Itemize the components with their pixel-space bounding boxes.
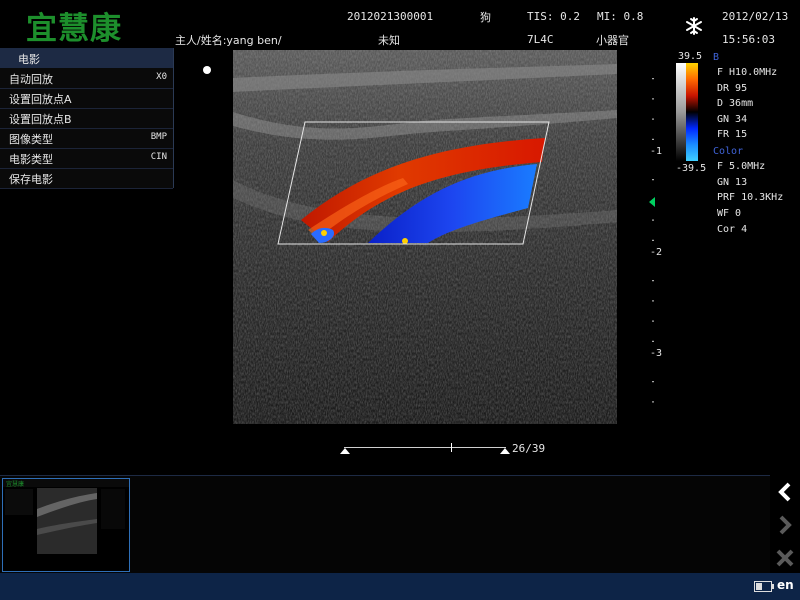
cine-menu: 电影 自动回放 X0 设置回放点A 设置回放点B 图像类型 BMP 电影类型 C…: [0, 48, 174, 189]
depth-scale: [650, 50, 662, 423]
menu-item-value: CIN: [150, 152, 167, 162]
header-bar: 宜慧康 2012021300001 狗 TIS: 0.2 MI: 0.8 201…: [0, 0, 800, 48]
gender-unknown: 未知: [378, 34, 400, 47]
b-param-gain: GN 34: [717, 114, 748, 125]
thumbnail-logo: 宜慧康: [6, 481, 25, 488]
color-scale-min: -39.5: [676, 163, 707, 174]
depth-label-2: -2: [650, 247, 663, 258]
brand-logo: 宜慧康: [26, 11, 122, 47]
chevron-left-icon: [778, 482, 791, 502]
depth-tick: [652, 98, 654, 100]
cine-slider-thumb[interactable]: [450, 443, 452, 452]
color-param-cor: Cor 4: [717, 224, 748, 235]
color-scale-max: 39.5: [678, 51, 703, 62]
menu-item-image-type[interactable]: 图像类型 BMP: [0, 129, 173, 149]
b-param-framerate: FR 15: [717, 129, 748, 140]
menu-title: 电影: [0, 48, 173, 68]
depth-tick: [652, 320, 654, 322]
menu-item-label: 电影类型: [9, 153, 53, 166]
menu-item-auto-replay[interactable]: 自动回放 X0: [0, 69, 173, 89]
tis-readout: TIS: 0.2: [527, 10, 580, 23]
owner-name: 主人/姓名:yang ben/: [175, 34, 282, 47]
menu-item-cine-type[interactable]: 电影类型 CIN: [0, 149, 173, 169]
back-button[interactable]: [773, 480, 797, 504]
menu-item-label: 图像类型: [9, 133, 53, 146]
depth-tick: [652, 138, 654, 140]
depth-label-3: -3: [650, 348, 663, 359]
color-param-wf: WF 0: [717, 208, 742, 219]
depth-tick: [652, 239, 654, 241]
menu-item-label: 自动回放: [9, 73, 53, 86]
depth-tick: [652, 381, 654, 383]
close-button[interactable]: [773, 546, 797, 570]
color-mode-label: Color: [713, 146, 744, 157]
menu-item-label: 保存电影: [9, 173, 53, 186]
color-param-prf: PRF 10.3KHz: [717, 192, 784, 203]
chevron-right-icon: [779, 515, 792, 535]
depth-tick: [652, 118, 654, 120]
b-param-freq: F H10.0MHz: [717, 67, 778, 78]
snowflake-icon[interactable]: [685, 17, 703, 35]
species: 狗: [480, 11, 491, 24]
menu-item-save-cine[interactable]: 保存电影: [0, 169, 173, 189]
focus-depth-marker-icon: [649, 197, 655, 207]
menu-item-value: BMP: [150, 132, 167, 142]
b-param-dr: DR 95: [717, 83, 748, 94]
patient-id: 2012021300001: [347, 10, 434, 23]
cine-point-a-marker-icon[interactable]: [340, 448, 350, 454]
thumbnail-image[interactable]: 宜慧康: [2, 478, 130, 572]
cine-point-b-marker-icon[interactable]: [500, 448, 510, 454]
cine-slider[interactable]: [340, 443, 510, 455]
depth-tick: [652, 78, 654, 80]
exam-time: 15:56:03: [722, 33, 775, 46]
status-bar: en: [0, 573, 800, 600]
depth-tick: [652, 401, 654, 403]
forward-button[interactable]: [773, 513, 797, 537]
color-param-gain: GN 13: [717, 177, 748, 188]
exam-preset: 小器官: [596, 34, 629, 47]
menu-item-set-point-a[interactable]: 设置回放点A: [0, 89, 173, 109]
exam-date: 2012/02/13: [722, 10, 789, 23]
language-indicator[interactable]: en: [777, 578, 794, 592]
color-scale-bar: [686, 63, 698, 161]
depth-tick: [652, 280, 654, 282]
color-param-freq: F 5.0MHz: [717, 161, 766, 172]
menu-item-value: X0: [156, 72, 167, 82]
ultrasound-image[interactable]: [233, 50, 617, 424]
menu-item-set-point-b[interactable]: 设置回放点B: [0, 109, 173, 129]
cine-slider-track: [344, 447, 506, 448]
battery-icon: [754, 581, 774, 592]
depth-tick: [652, 179, 654, 181]
probe-name: 7L4C: [527, 33, 554, 46]
menu-item-label: 设置回放点B: [9, 113, 72, 126]
menu-item-label: 设置回放点A: [9, 93, 72, 106]
depth-label-1: -1: [650, 146, 663, 157]
color-scale-gradient: [686, 63, 698, 161]
focus-marker-icon: [203, 66, 211, 74]
depth-tick: [652, 340, 654, 342]
grayscale-bar: [676, 63, 686, 161]
mi-readout: MI: 0.8: [597, 10, 644, 23]
depth-tick: [652, 300, 654, 302]
b-param-depth: D 36mm: [717, 98, 754, 109]
close-icon: [776, 549, 794, 567]
cine-frame-counter: 26/39: [512, 442, 546, 455]
depth-tick: [652, 219, 654, 221]
b-mode-label: B: [713, 52, 720, 63]
